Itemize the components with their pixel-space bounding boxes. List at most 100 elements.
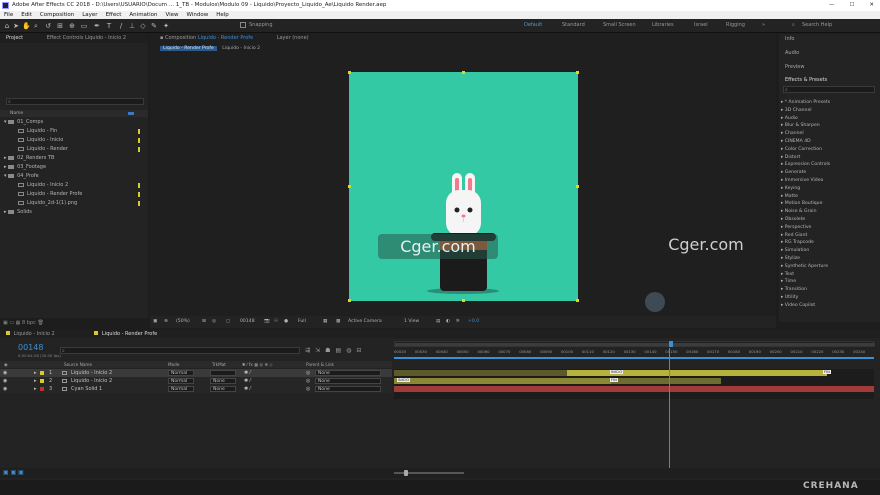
layer-switches[interactable]: ✱ ⁄ [244,369,251,377]
layer-trkmat-dropdown[interactable]: None [210,386,236,392]
label-color-swatch[interactable] [138,129,140,134]
effects-category[interactable]: ▸ Simulation [781,247,809,255]
label-color-swatch[interactable] [138,201,140,206]
effects-category[interactable]: ▸ Channel [781,130,804,138]
timeline-tab-inicio-2[interactable]: Liquido - Inicio 2 [14,331,55,337]
effects-category[interactable]: ▸ Text [781,271,794,279]
layer-row[interactable]: ◉ ▸ 2 Liquido - Inicio 2 Normal None ✱ ⁄ ◎ None [0,377,392,385]
search-icon[interactable]: ⌕ [792,22,795,28]
roto-brush-icon[interactable]: ✎ [150,22,158,30]
corner-handle[interactable] [347,299,351,302]
effects-category[interactable]: ▸ RG Trapcode [781,239,814,247]
hand-tool-icon[interactable]: ✋ [22,22,31,30]
preview-panel-tab[interactable]: Preview [785,64,804,70]
parent-pickwhip-icon[interactable]: ◎ [306,385,310,393]
project-item[interactable]: Liquido_2d-1(1).png [0,199,148,207]
current-time-indicator[interactable] [669,348,670,470]
effects-category[interactable]: ▸ Synthetic Aperture [781,263,828,271]
channel-icon[interactable]: ● [284,316,288,328]
effects-category[interactable]: ▸ Video Copilot [781,302,815,310]
layer-label-color[interactable] [40,379,44,383]
exposure-value[interactable]: +0.0 [468,316,479,328]
col-source-name[interactable]: Source Name [64,361,92,368]
effects-category[interactable]: ▸ 3D Channel [781,107,812,115]
minimize-button[interactable]: — [829,0,835,11]
marker-fin-2[interactable]: FIN [610,378,618,382]
3d-view-dropdown[interactable]: Active Camera [348,316,382,328]
layer1-bar[interactable] [567,370,827,376]
exposure-icon[interactable]: ✲ [456,316,460,328]
effects-category[interactable]: ▸ Color Correction [781,146,822,154]
marker-inicio-2[interactable]: INICIO [397,378,411,382]
pen-tool-icon[interactable]: ✒ [93,22,101,30]
effects-category[interactable]: ▸ * Animation Presets [781,99,830,107]
effects-category[interactable]: ▸ Transition [781,286,807,294]
workspace-menu-icon[interactable]: » [762,22,765,28]
eraser-icon[interactable]: ◇ [139,22,147,30]
puppet-pin-icon[interactable]: ✦ [162,22,170,30]
effects-category[interactable]: ▸ Motion Boutique [781,200,822,208]
composition-canvas[interactable] [347,70,579,302]
effects-category[interactable]: ▸ Keying [781,185,800,193]
edge-handle[interactable] [462,70,465,74]
menu-edit[interactable]: Edit [17,11,36,19]
layer-label-color[interactable] [40,387,44,391]
menu-help[interactable]: Help [212,11,233,19]
menu-animation[interactable]: Animation [125,11,161,19]
region-icon[interactable]: ▢ [226,316,230,328]
parent-pickwhip-icon[interactable]: ◎ [306,377,310,385]
shy-icon[interactable]: ☗ [325,347,335,354]
layer-row[interactable]: ◉ ▸ 3 Cyan Solid 1 Normal None ✱ ⁄ ◎ None [0,385,392,393]
layer-trkmat-dropdown[interactable]: None [210,378,236,384]
corner-handle[interactable] [347,70,351,74]
effects-category[interactable]: ▸ Distort [781,154,800,162]
timeline-search-input[interactable]: ⌕ [60,347,300,354]
tab-project[interactable]: Project [6,35,23,41]
project-item[interactable]: Liquido - Render [0,145,148,153]
comp-tab-label[interactable]: Composition [165,35,196,41]
effects-presets-tab[interactable]: Effects & Presets [785,77,827,83]
effects-category[interactable]: ▸ Generate [781,169,806,177]
project-item[interactable]: Liquido - Fin [0,127,148,135]
effects-category[interactable]: ▸ Matte [781,193,798,201]
menu-view[interactable]: View [161,11,182,19]
effects-category[interactable]: ▸ Utility [781,294,798,302]
pan-behind-icon[interactable]: ⊕ [68,22,76,30]
layer2-bar[interactable] [394,378,611,384]
project-item[interactable]: ▾ 01_Comps [0,118,148,126]
effects-category[interactable]: ▸ Red Giant [781,232,807,240]
effects-category[interactable]: ▸ Immersive Video [781,177,823,185]
effects-category[interactable]: ▸ CINEMA 4D [781,138,811,146]
snapshot-icon[interactable]: 📷 [264,316,270,328]
parent-pickwhip-icon[interactable]: ◎ [306,369,310,377]
workspace-rigging[interactable]: Rigging [726,22,745,28]
menu-window[interactable]: Window [183,11,213,19]
comp-flowchart-icon[interactable]: ⇶ [305,347,315,354]
layer3-bar[interactable] [394,386,874,392]
timeline-tab-render-profe[interactable]: Liquido - Render Profe [102,331,157,337]
project-item[interactable]: Liquido - Inicio [0,136,148,144]
grid-icon[interactable]: ⊞ [202,316,206,328]
magnification-icon[interactable]: ⊕ [164,316,168,328]
effects-category[interactable]: ▸ Obsolete [781,216,805,224]
project-item[interactable]: Liquido - Inicio 2 [0,181,148,189]
layer-row[interactable]: ◉ ▸ 1 Liquido - Inicio 2 Normal ✱ ⁄ ◎ None [0,369,392,377]
maximize-button[interactable]: ☐ [849,0,854,11]
close-button[interactable]: ✕ [869,0,874,11]
visibility-eye-icon[interactable]: ◉ [3,385,7,393]
layer-switches[interactable]: ✱ ⁄ [244,385,251,393]
preview-toggle-icon[interactable]: ▣ [153,316,157,328]
fast-preview-icon[interactable]: ▦ [323,316,327,328]
edge-handle[interactable] [462,299,465,302]
effects-category[interactable]: ▸ Blur & Sharpen [781,122,820,130]
project-item[interactable]: ▸ Solids [0,208,148,216]
tab-effect-controls[interactable]: Effect Controls Liquido - Inicio 2 [47,35,126,41]
search-help-input[interactable]: Search Help [802,22,832,28]
layer-switches[interactable]: ✱ ⁄ [244,377,251,385]
zoom-slider-handle[interactable] [404,470,408,476]
breadcrumb-inicio-2[interactable]: Liquido - Inicio 2 [222,46,260,51]
lock-icon[interactable]: ▪ [160,35,163,41]
info-panel-tab[interactable]: Info [785,36,794,42]
edge-handle[interactable] [347,185,351,188]
label-color-swatch[interactable] [138,147,140,152]
